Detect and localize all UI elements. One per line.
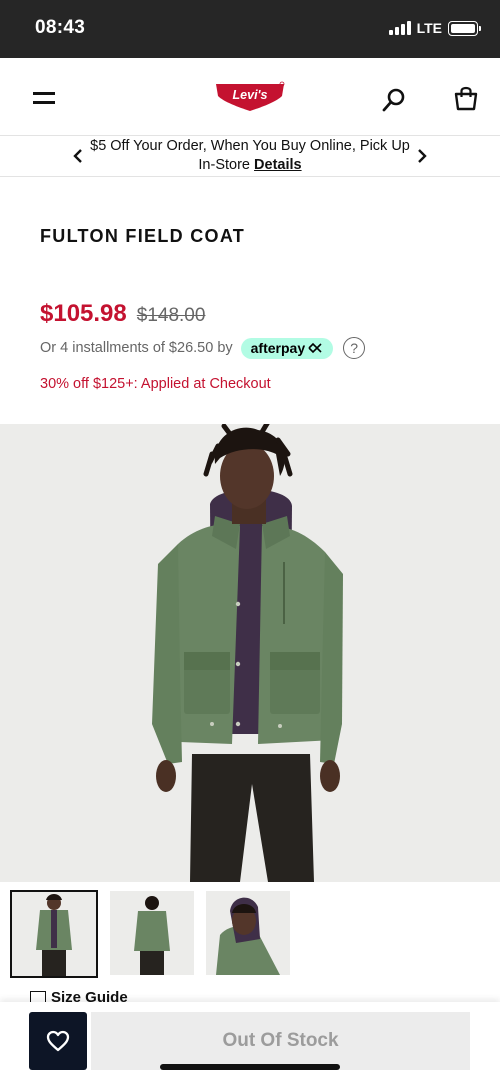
product-main-image[interactable] [0,424,500,882]
help-icon[interactable]: ? [343,337,366,359]
battery-icon [448,20,481,36]
afterpay-logo-icon [308,342,322,354]
discount-note: 30% off $125+: Applied at Checkout [40,376,271,392]
thumbnail-back[interactable] [110,891,194,975]
promo-message: $5 Off Your Order, When You Buy Online, … [90,137,410,175]
sale-price: $105.98 [40,300,127,327]
promo-text: $5 Off Your Order, When You Buy Online, … [90,138,410,173]
thumbnail-back-image [110,891,194,975]
afterpay-badge[interactable]: afterpay [240,337,334,359]
thumbnail-front[interactable] [10,890,98,978]
thumbnail-front-image [12,892,96,976]
original-price: $148.00 [136,305,206,326]
promo-details-link[interactable]: Details [254,157,302,173]
shopping-bag-icon[interactable] [453,85,479,113]
svg-text:Levi's: Levi's [233,88,268,102]
product-title: FULTON FIELD COAT [40,226,246,246]
network-type: LTE [416,20,442,36]
status-time: 08:43 [35,17,86,38]
menu-icon [33,92,55,95]
price-row: $105.98 $148.00 [40,300,205,328]
search-icon[interactable] [380,86,408,114]
out-of-stock-button[interactable]: Out Of Stock [91,1012,470,1070]
heart-icon [46,1030,70,1052]
thumbnail-strip [10,890,290,978]
afterpay-label: afterpay [250,340,306,356]
installments-text: Or 4 installments of $26.50 by [40,340,233,356]
menu-button[interactable] [32,88,56,108]
afterpay-installments: Or 4 installments of $26.50 by afterpay … [40,337,366,359]
wishlist-button[interactable] [29,1012,87,1070]
home-indicator [160,1064,340,1070]
chevron-left-icon[interactable] [68,146,88,166]
chevron-right-icon[interactable] [412,146,432,166]
thumbnail-detail[interactable] [206,891,290,975]
thumbnail-detail-image [206,891,290,975]
model-wearing-coat-image [0,424,500,882]
levis-logo[interactable]: Levi's [214,80,286,114]
site-header: Levi's [0,58,500,136]
status-bar: 08:43 LTE [0,0,500,58]
status-indicators: LTE [388,20,481,36]
promo-banner: $5 Off Your Order, When You Buy Online, … [0,136,500,177]
signal-icon [388,21,411,35]
